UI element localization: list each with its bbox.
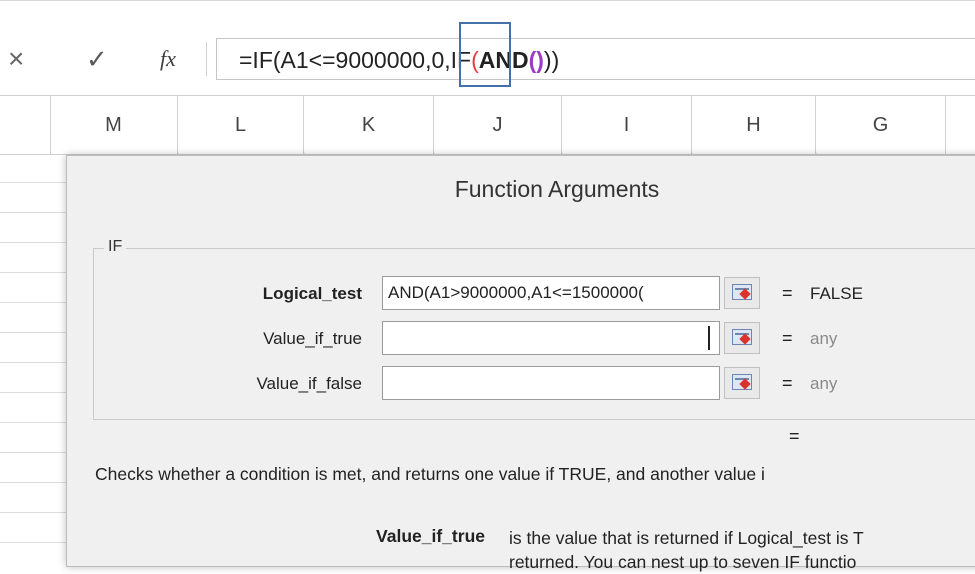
logical-test-input[interactable]: AND(A1>9000000,A1<=1500000( bbox=[382, 276, 720, 310]
grid-line bbox=[0, 512, 66, 513]
formula-part: =IF(A1<=9000000,0,IF bbox=[239, 47, 472, 73]
help-line: returned. You can nest up to seven IF fu… bbox=[509, 552, 857, 572]
function-description: Checks whether a condition is met, and r… bbox=[95, 464, 765, 484]
argument-label: Value_if_false bbox=[256, 374, 362, 393]
insert-function-fx-icon[interactable]: fx bbox=[160, 44, 176, 74]
formula-bar-separator bbox=[206, 42, 207, 76]
column-header-i[interactable]: I bbox=[562, 96, 692, 154]
grid-line bbox=[0, 182, 66, 183]
column-header: M L K J I H G bbox=[0, 95, 975, 155]
equals-sign: = bbox=[782, 328, 793, 348]
column-header-h[interactable]: H bbox=[692, 96, 816, 154]
arguments-group: IF Logical_test AND(A1>9000000,A1<=15000… bbox=[93, 238, 975, 420]
grid-line bbox=[0, 242, 66, 243]
formula-input[interactable]: =IF(A1<=9000000,0,IF(AND())) bbox=[216, 38, 975, 80]
argument-row-value-if-true: Value_if_true = any bbox=[94, 321, 975, 357]
ref-edit-button[interactable] bbox=[724, 367, 760, 399]
formula-and-parens: () bbox=[528, 47, 544, 73]
header-corner bbox=[0, 96, 51, 154]
grid-line bbox=[0, 212, 66, 213]
argument-row-value-if-false: Value_if_false = any bbox=[94, 366, 975, 402]
column-header-l[interactable]: L bbox=[178, 96, 304, 154]
ref-edit-button[interactable] bbox=[724, 277, 760, 309]
value-if-false-input[interactable] bbox=[382, 366, 720, 400]
function-arguments-dialog: Function Arguments IF Logical_test AND(A… bbox=[66, 155, 975, 572]
grid-line bbox=[0, 482, 66, 483]
help-line: is the value that is returned if Logical… bbox=[509, 528, 864, 548]
argument-result: any bbox=[810, 329, 838, 348]
argument-result: FALSE bbox=[810, 284, 863, 303]
enter-check-icon[interactable]: ✓ bbox=[86, 44, 108, 74]
ref-edit-button[interactable] bbox=[724, 322, 760, 354]
argument-row-logical-test: Logical_test AND(A1>9000000,A1<=1500000(… bbox=[94, 276, 975, 312]
column-header-j[interactable]: J bbox=[434, 96, 562, 154]
column-header-k[interactable]: K bbox=[304, 96, 434, 154]
column-header-m[interactable]: M bbox=[50, 96, 178, 154]
argument-help-text: is the value that is returned if Logical… bbox=[509, 526, 864, 574]
argument-label: Value_if_true bbox=[263, 329, 362, 348]
cancel-icon[interactable]: × bbox=[8, 44, 24, 74]
formula-bar: × ✓ fx =IF(A1<=9000000,0,IF(AND())) bbox=[0, 0, 975, 90]
dialog-title: Function Arguments bbox=[454, 176, 660, 202]
ref-edit-icon bbox=[732, 329, 752, 345]
text-caret bbox=[708, 326, 710, 350]
group-label: IF bbox=[104, 238, 127, 256]
ref-edit-icon bbox=[732, 284, 752, 300]
argument-help-label: Value_if_true bbox=[376, 526, 485, 546]
ref-edit-icon bbox=[732, 374, 752, 390]
value-if-true-input[interactable] bbox=[382, 321, 720, 355]
grid-line bbox=[0, 302, 66, 303]
equals-sign: = bbox=[782, 373, 793, 393]
formula-result-equals: = bbox=[789, 426, 800, 446]
equals-sign: = bbox=[782, 283, 793, 303]
grid-line bbox=[0, 542, 66, 543]
argument-result: any bbox=[810, 374, 838, 393]
grid-line bbox=[0, 272, 66, 273]
grid-line bbox=[0, 332, 66, 333]
column-header-g[interactable]: G bbox=[816, 96, 946, 154]
formula-closing-parens: )) bbox=[543, 47, 560, 73]
formula-cursor-highlight bbox=[459, 22, 511, 87]
grid-line bbox=[0, 422, 66, 423]
grid-line bbox=[0, 362, 66, 363]
grid-line bbox=[0, 392, 66, 393]
argument-label: Logical_test bbox=[262, 284, 362, 303]
grid-line bbox=[0, 452, 66, 453]
